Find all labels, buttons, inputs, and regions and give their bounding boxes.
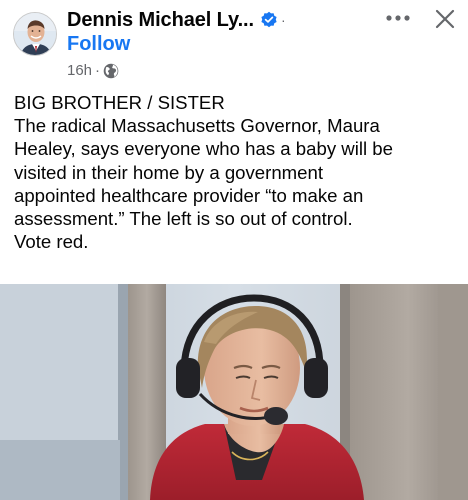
author-avatar[interactable]	[13, 12, 57, 56]
post-text-line: BIG BROTHER / SISTER	[14, 92, 225, 113]
post-meta: 16h ·	[67, 62, 119, 79]
follow-button[interactable]: Follow	[67, 33, 130, 56]
post-text-line: visited in their home by a government	[14, 161, 324, 183]
meta-separator: ·	[95, 62, 101, 79]
post-text-line: Vote red.	[14, 231, 89, 253]
post-text-line: assessment.” The left is so out of contr…	[14, 208, 353, 230]
close-icon	[435, 9, 455, 29]
profile-photo-icon	[14, 13, 56, 55]
author-name-row: Dennis Michael Ly... ·	[67, 8, 286, 32]
post-photo-image	[0, 284, 468, 500]
more-options-icon	[386, 15, 410, 21]
post-body-text: BIG BROTHER / SISTER The radical Massach…	[14, 91, 460, 253]
author-name[interactable]: Dennis Michael Ly...	[67, 9, 254, 32]
post-text-line: appointed healthcare provider “to make a…	[14, 184, 364, 206]
more-options-button[interactable]	[381, 4, 415, 32]
post-text-line: Healey, says everyone who has a baby wil…	[14, 138, 393, 160]
globe-icon[interactable]	[103, 63, 119, 79]
close-button[interactable]	[428, 4, 462, 34]
post-text-line: The radical Massachusetts Governor, Maur…	[14, 115, 380, 137]
verified-badge-icon	[261, 11, 277, 28]
facebook-post: Dennis Michael Ly... · Follow 16h · BIG …	[0, 0, 468, 500]
post-timestamp[interactable]: 16h	[67, 62, 92, 79]
post-header: Dennis Michael Ly... · Follow 16h ·	[0, 0, 468, 90]
name-separator: ·	[280, 12, 286, 28]
post-photo[interactable]	[0, 284, 468, 500]
